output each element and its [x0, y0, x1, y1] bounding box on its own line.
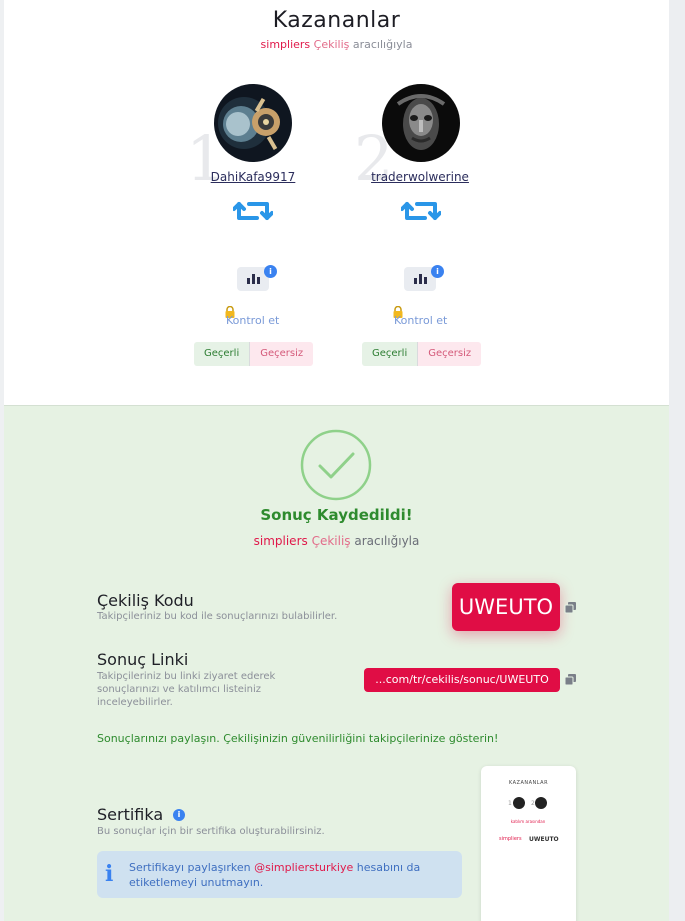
info-icon[interactable]: i: [431, 265, 444, 278]
brand-name: simpliers: [253, 534, 308, 548]
certificate-preview[interactable]: KAZANANLAR 1 2 katılım arasından simplie…: [481, 766, 576, 921]
preview-rank: 1: [508, 800, 512, 807]
page-title: Kazananlar: [272, 8, 401, 33]
desc-line: Takipçileriniz bu linki ziyaret ederek: [97, 671, 276, 682]
preview-code: UWEUTO: [529, 836, 559, 843]
brand-word: Çekiliş: [311, 534, 351, 548]
preview-brand: simpliers: [499, 836, 522, 842]
brand-name: simpliers: [260, 38, 311, 51]
preview-caption: katılım arasından: [510, 819, 546, 824]
kontrol-link[interactable]: Kontrol et: [226, 314, 279, 327]
check-circle-icon: [300, 429, 372, 501]
share-message: Sonuçlarınızı paylaşın. Çekilişinizin gü…: [97, 732, 499, 745]
desc-line: sonuçlarınızı ve katılımcı listeiniz: [97, 684, 262, 695]
alert-line2: etiketlemeyi unutmayın.: [129, 876, 264, 889]
certificate-title: Sertifika: [97, 805, 164, 824]
retweet-icon: [401, 202, 441, 220]
link-section-desc: Takipçileriniz bu linki ziyaret ederek s…: [97, 670, 275, 709]
alert-text: Sertifikayı paylaşırken @simpliersturkiy…: [129, 860, 449, 890]
invalid-button[interactable]: Geçersiz: [418, 342, 482, 366]
retweet-icon: [233, 202, 273, 220]
code-section-title: Çekiliş Kodu: [97, 591, 194, 610]
valid-button[interactable]: Geçerli: [194, 342, 251, 366]
result-link[interactable]: ...com/tr/cekilis/sonuc/UWEUTO: [364, 668, 560, 692]
page-subtitle: simpliers Çekiliş aracılığıyla: [4, 38, 669, 51]
validity-toggle: Geçerli Geçersiz: [194, 342, 314, 366]
result-subtitle: simpliers Çekiliş aracılığıyla: [4, 534, 669, 548]
scrollbar-track[interactable]: [669, 0, 685, 921]
avatar-dark-blue-icon[interactable]: [214, 84, 292, 162]
avatar-dark-face-icon[interactable]: [382, 84, 460, 162]
copy-icon[interactable]: [564, 673, 577, 686]
brand-word: Çekiliş: [313, 38, 350, 51]
alert-pre: Sertifikayı paylaşırken: [129, 861, 251, 874]
info-icon[interactable]: i: [173, 809, 185, 821]
preview-avatar: [513, 797, 525, 809]
alert-post: hesabını da: [356, 861, 421, 874]
code-section-desc: Takipçileriniz bu kod ile sonuçlarınızı …: [97, 611, 338, 622]
certificate-desc: Bu sonuçlar için bir sertifika oluşturab…: [97, 826, 325, 837]
raffle-code[interactable]: UWEUTO: [452, 583, 560, 631]
certificate-alert: i Sertifikayı paylaşırken @simpliersturk…: [97, 851, 462, 898]
info-icon[interactable]: i: [264, 265, 277, 278]
validity-toggle: Geçerli Geçersiz: [362, 342, 482, 366]
winners-card: [4, 0, 669, 405]
subtitle-rest: aracılığıyla: [354, 534, 420, 548]
invalid-button[interactable]: Geçersiz: [250, 342, 314, 366]
info-i-icon: i: [105, 861, 114, 887]
result-title: Sonuç Kaydedildi!: [260, 506, 413, 524]
preview-title: KAZANANLAR: [508, 780, 549, 786]
copy-icon[interactable]: [564, 601, 577, 614]
preview-avatar: [535, 797, 547, 809]
link-section-title: Sonuç Linki: [97, 650, 189, 669]
desc-line: inceleyebilirler.: [97, 697, 173, 708]
valid-button[interactable]: Geçerli: [362, 342, 419, 366]
winner-username[interactable]: traderwolwerine: [355, 170, 485, 184]
subtitle-rest: aracılığıyla: [352, 38, 413, 51]
kontrol-link[interactable]: Kontrol et: [394, 314, 447, 327]
winner-username[interactable]: DahiKafa9917: [188, 170, 318, 184]
alert-handle[interactable]: @simpliersturkiye: [254, 861, 353, 874]
